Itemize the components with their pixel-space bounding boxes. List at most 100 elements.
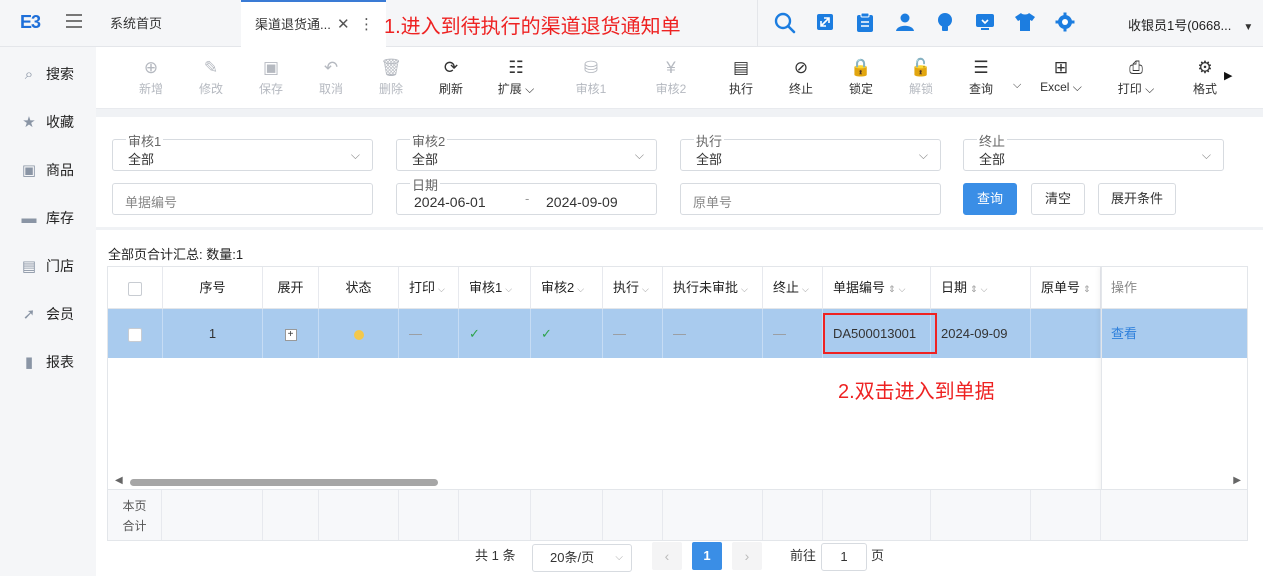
edit-button[interactable]: ✎ 修改 [186, 57, 236, 97]
lock-button[interactable]: 🔒 锁定 [836, 57, 886, 97]
header-status: 状态 [319, 267, 399, 309]
shirt-icon[interactable] [1014, 12, 1036, 34]
tab-home[interactable]: 系统首页 [110, 0, 162, 47]
scroll-right-icon[interactable]: ▶ [1233, 475, 1241, 486]
header-terminate[interactable]: 终止 ⌵ [763, 267, 823, 309]
tab-label: 渠道退货通... [255, 17, 331, 32]
total-cell [763, 490, 823, 540]
chevron-down-icon: ⌵ [577, 284, 585, 294]
header-print[interactable]: 打印 ⌵ [399, 267, 459, 309]
audit2-label: 审核2 [410, 134, 448, 149]
query-button[interactable]: ☰ 查询 [956, 57, 1006, 97]
query-dropdown-icon[interactable]: ⌵ [1013, 79, 1021, 92]
cell-expand[interactable]: + [263, 309, 319, 358]
execute-button[interactable]: ▤ 执行 [716, 57, 766, 97]
horizontal-scrollbar[interactable]: ◀ ▶ [108, 475, 1247, 489]
delete-button[interactable]: 🗑 删除 [366, 57, 416, 97]
header-doc-number[interactable]: 单据编号 ⇕ ⌵ [823, 267, 931, 309]
expand-icon[interactable] [814, 12, 836, 34]
query-button-label: 查询 [968, 82, 993, 96]
select-all-checkbox[interactable] [128, 281, 142, 296]
original-number-input[interactable]: 原单号 [680, 183, 941, 215]
sidebar-item-label: 搜索 [46, 66, 74, 82]
header-execute-unapproved[interactable]: 执行未审批 ⌵ [663, 267, 763, 309]
audit1-button[interactable]: ⛁ 审核1 [566, 57, 616, 97]
doc-number-input[interactable]: 单据编号 [112, 183, 373, 215]
extend-button[interactable]: ☷ 扩展 ⌵ [486, 57, 546, 97]
expand-plus-icon[interactable]: + [284, 328, 297, 341]
menu-toggle-icon[interactable] [66, 14, 82, 28]
execute-select[interactable]: 执行 全部 ⌵ [680, 135, 941, 171]
chevron-down-icon: ⌵ [918, 148, 928, 162]
sidebar-item-reports[interactable]: ▮ 报表 [20, 352, 74, 376]
prev-page-button[interactable]: ‹ [652, 542, 682, 570]
print-button[interactable]: ⎙ 打印 ⌵ [1106, 57, 1166, 97]
query-button[interactable]: 查询 [963, 183, 1017, 215]
add-button[interactable]: ⊕ 新增 [126, 57, 176, 97]
save-icon: ▣ [262, 58, 280, 77]
sort-icon[interactable]: ⇕ [1083, 284, 1091, 294]
sidebar-item-favorites[interactable]: ★ 收藏 [20, 112, 74, 136]
header-execute[interactable]: 执行 ⌵ [603, 267, 663, 309]
sidebar-item-members[interactable]: ➚ 会员 [20, 304, 74, 328]
toolbar-more-icon[interactable]: ▶ [1224, 69, 1232, 82]
page-size-select[interactable]: 20条/页 ⌵ [532, 544, 632, 572]
tab-channel-return-notice[interactable]: 渠道退货通... ✕ ⋮ [241, 0, 386, 47]
user-icon[interactable] [894, 12, 916, 34]
date-separator: - [525, 191, 530, 206]
sidebar-item-goods[interactable]: ▣ 商品 [20, 160, 74, 184]
lightbulb-icon[interactable] [934, 12, 956, 34]
save-button[interactable]: ▣ 保存 [246, 57, 296, 97]
expand-conditions-button[interactable]: 展开条件 [1098, 183, 1176, 215]
gear-icon[interactable] [1054, 12, 1076, 34]
user-menu[interactable]: 收银员1号(0668... ▼ [1128, 15, 1253, 34]
monitor-icon[interactable] [974, 12, 996, 34]
clear-button[interactable]: 清空 [1031, 183, 1085, 215]
next-page-button[interactable]: › [732, 542, 762, 570]
format-button-label: 格式 [1192, 82, 1217, 96]
terminate-select[interactable]: 终止 全部 ⌵ [963, 135, 1224, 171]
more-icon[interactable]: ⋮ [359, 2, 374, 47]
row-checkbox-cell[interactable] [108, 309, 163, 358]
sidebar-item-label: 报表 [46, 354, 74, 370]
audit2-select[interactable]: 审核2 全部 ⌵ [396, 135, 657, 171]
page-1-button[interactable]: 1 [692, 542, 722, 570]
header-original-number-label: 原单号 [1041, 280, 1081, 295]
unlock-button[interactable]: 🔓 解锁 [896, 57, 946, 97]
header-seq: 序号 [163, 267, 263, 309]
sort-icon[interactable]: ⇕ [970, 284, 978, 294]
search-icon[interactable] [774, 12, 796, 34]
header-date[interactable]: 日期 ⇕ ⌵ [931, 267, 1031, 309]
refresh-button[interactable]: ⟳ 刷新 [426, 57, 476, 97]
header-audit2[interactable]: 审核2 ⌵ [531, 267, 603, 309]
table-row[interactable]: 1 + — ✓ ✓ — — — DA500013001 2024-09-09 查… [108, 309, 1247, 358]
goto-page-input[interactable]: 1 [821, 543, 867, 571]
date-range-picker[interactable]: 日期 2024-06-01 - 2024-09-09 [396, 179, 657, 215]
print-button-label: 打印 ⌵ [1117, 82, 1155, 96]
audit1-select[interactable]: 审核1 全部 ⌵ [112, 135, 373, 171]
excel-button[interactable]: ⊞ Excel ⌵ [1031, 57, 1091, 95]
sidebar-item-store[interactable]: ▤ 门店 [20, 256, 74, 280]
add-button-label: 新增 [138, 82, 163, 96]
scrollbar-thumb[interactable] [130, 479, 438, 486]
terminate-button[interactable]: ⊘ 终止 [776, 57, 826, 97]
header-select-all[interactable] [108, 267, 163, 309]
audit2-button[interactable]: ¥ 审核2 [646, 57, 696, 97]
app-logo[interactable]: E3 [20, 12, 41, 33]
cancel-button[interactable]: ↶ 取消 [306, 57, 356, 97]
close-icon[interactable]: ✕ [337, 2, 350, 47]
scroll-left-icon[interactable]: ◀ [115, 475, 123, 486]
header-audit1[interactable]: 审核1 ⌵ [459, 267, 531, 309]
sidebar-item-inventory[interactable]: ▬ 库存 [20, 208, 75, 232]
add-icon: ⊕ [143, 58, 159, 77]
date-end[interactable]: 2024-09-09 [546, 194, 618, 210]
audit1-button-label: 审核1 [575, 82, 607, 96]
format-button[interactable]: ⚙ 格式 [1180, 57, 1230, 97]
clipboard-icon[interactable] [854, 12, 876, 34]
sort-icon[interactable]: ⇕ [888, 284, 896, 294]
save-button-label: 保存 [258, 82, 283, 96]
row-checkbox[interactable] [128, 327, 142, 342]
date-start[interactable]: 2024-06-01 [414, 194, 486, 210]
sidebar-item-search[interactable]: ⌕ 搜索 [20, 64, 74, 88]
header-original-number[interactable]: 原单号 ⇕ [1031, 267, 1101, 309]
